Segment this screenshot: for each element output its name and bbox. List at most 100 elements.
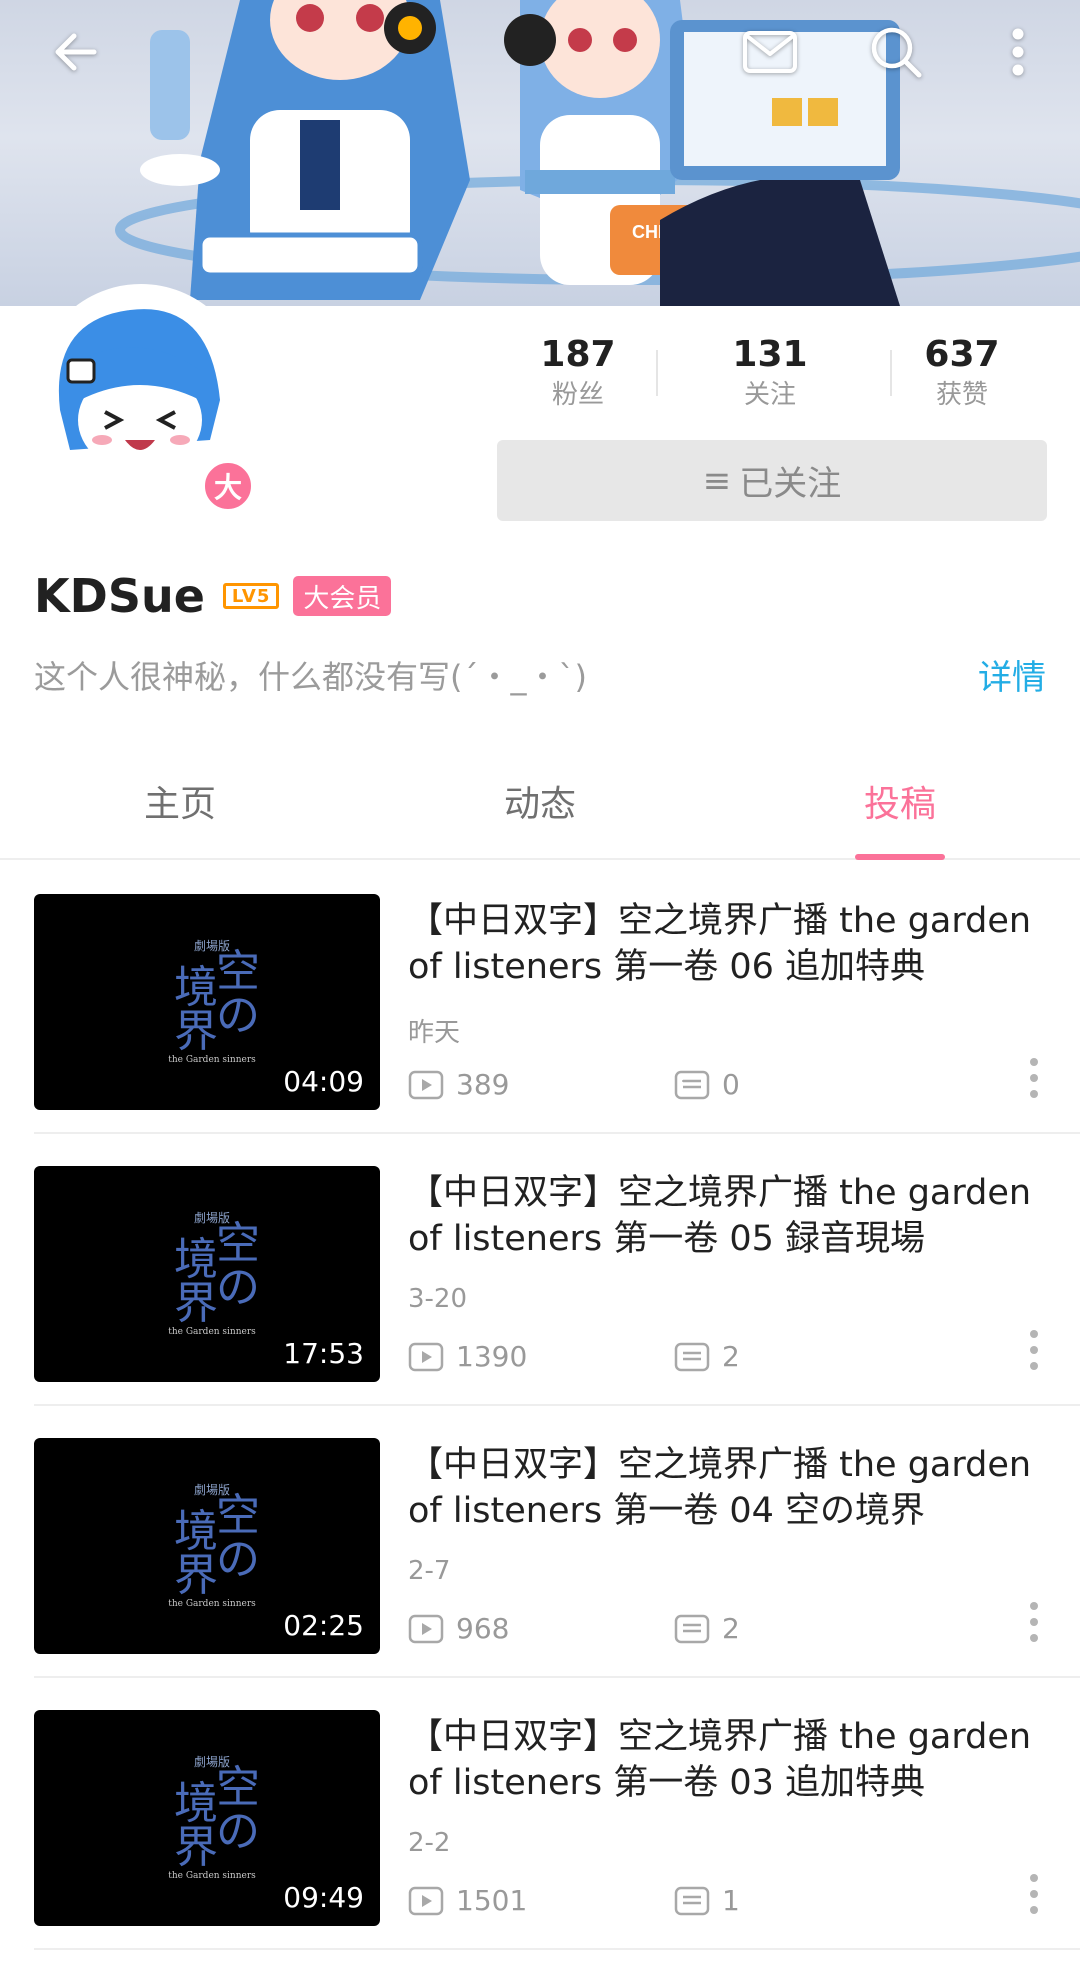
svg-text:界: 界 — [174, 1278, 218, 1329]
more-dot-icon — [1030, 1346, 1038, 1354]
video-views-count: 1390 — [456, 1340, 528, 1373]
video-item[interactable]: 劇場版 境 空 界 の the Garden sinners 17:53 【中日… — [34, 1134, 1080, 1406]
comment-icon — [674, 1070, 710, 1099]
svg-text:界: 界 — [174, 1822, 218, 1873]
more-vertical-icon — [1012, 28, 1024, 76]
mail-icon — [743, 31, 797, 73]
video-comments-count: 2 — [722, 1340, 740, 1373]
comment-icon — [674, 1614, 710, 1643]
more-dot-icon — [1030, 1618, 1038, 1626]
more-dot-icon — [1030, 1090, 1038, 1098]
video-thumbnail[interactable]: 劇場版 境 空 界 の the Garden sinners 17:53 — [34, 1166, 380, 1382]
video-date: 昨天 — [408, 1018, 461, 1048]
video-list: 劇場版 境 空 界 の the Garden sinners 04:09 【中日… — [0, 862, 1080, 1950]
vip-badge: 大 — [200, 458, 256, 514]
username: KDSue — [34, 569, 205, 623]
video-comments: 2 — [674, 1340, 740, 1373]
video-views-count: 389 — [456, 1068, 510, 1101]
profile-tabs: 主页 动态 投稿 — [0, 760, 1080, 860]
profile-banner: CHIPS — [0, 0, 1080, 306]
svg-text:the Garden sinners: the Garden sinners — [168, 1871, 256, 1880]
video-views-count: 1501 — [456, 1884, 528, 1917]
followed-button-label: 已关注 — [739, 464, 842, 504]
video-meta: 1390 2 — [408, 1340, 740, 1373]
film-title-logo: 劇場版 境 空 界 の the Garden sinners — [168, 939, 260, 1064]
name-row: KDSue LV5 大会员 — [34, 566, 392, 626]
tab-dynamics[interactable]: 动态 — [360, 760, 720, 858]
video-views: 968 — [408, 1612, 509, 1645]
stat-divider — [890, 350, 892, 396]
video-duration: 17:53 — [283, 1337, 364, 1370]
likes-label: 获赞 — [935, 380, 988, 410]
video-meta: 1501 1 — [408, 1884, 740, 1917]
video-views: 1501 — [408, 1884, 527, 1917]
video-comments-count: 2 — [722, 1612, 740, 1645]
film-title-logo: 劇場版 境 空 界 の the Garden sinners — [168, 1211, 260, 1336]
video-views-count: 968 — [456, 1612, 510, 1645]
video-item[interactable]: 劇場版 境 空 界 の the Garden sinners 02:25 【中日… — [34, 1406, 1080, 1678]
more-dot-icon — [1030, 1362, 1038, 1370]
bio-text: 这个人很神秘，什么都没有写(´・_・`) — [34, 658, 587, 696]
more-dot-icon — [1030, 1074, 1038, 1082]
svg-text:the Garden sinners: the Garden sinners — [168, 1327, 256, 1336]
menu-lines-icon: ≡ — [702, 460, 732, 501]
video-duration: 02:25 — [283, 1609, 364, 1642]
video-title[interactable]: 【中日双字】空之境界广播 the garden of listeners 第一卷… — [408, 1442, 1048, 1534]
svg-text:の: の — [216, 1806, 260, 1857]
video-title[interactable]: 【中日双字】空之境界广播 the garden of listeners 第一卷… — [408, 1714, 1048, 1806]
svg-text:界: 界 — [174, 1006, 218, 1057]
video-more-button[interactable] — [1030, 1330, 1040, 1370]
more-dot-icon — [1030, 1906, 1038, 1914]
video-comments-count: 0 — [722, 1068, 740, 1101]
video-item[interactable]: 劇場版 境 空 界 の the Garden sinners 04:09 【中日… — [34, 862, 1080, 1134]
video-date: 2-7 — [408, 1556, 451, 1586]
video-comments: 0 — [674, 1068, 740, 1101]
arrow-left-icon — [55, 33, 97, 71]
play-count-icon — [408, 1614, 444, 1643]
stat-likes: 637 获赞 — [866, 332, 1058, 422]
more-dot-icon — [1030, 1058, 1038, 1066]
video-duration: 09:49 — [283, 1881, 364, 1914]
svg-text:の: の — [216, 1534, 260, 1585]
more-options-button[interactable] — [978, 12, 1058, 92]
film-title-logo: 劇場版 境 空 界 の the Garden sinners — [168, 1483, 260, 1608]
more-dot-icon — [1030, 1330, 1038, 1338]
play-count-icon — [408, 1070, 444, 1099]
video-thumbnail[interactable]: 劇場版 境 空 界 の the Garden sinners 04:09 — [34, 894, 380, 1110]
message-button[interactable] — [730, 12, 810, 92]
svg-text:the Garden sinners: the Garden sinners — [168, 1055, 256, 1064]
level-badge: LV5 — [222, 583, 280, 609]
tab-submissions[interactable]: 投稿 — [720, 760, 1080, 860]
svg-text:the Garden sinners: the Garden sinners — [168, 1599, 256, 1608]
video-views: 389 — [408, 1068, 509, 1101]
video-item[interactable]: 劇場版 境 空 界 の the Garden sinners 09:49 【中日… — [34, 1678, 1080, 1950]
video-views: 1390 — [408, 1340, 527, 1373]
comment-icon — [674, 1342, 710, 1371]
profile-stats: 187 粉丝 131 关注 637 获赞 — [482, 332, 1058, 422]
followed-button[interactable]: ≡ 已关注 — [497, 440, 1047, 521]
video-more-button[interactable] — [1030, 1058, 1040, 1098]
video-more-button[interactable] — [1030, 1602, 1040, 1642]
search-button[interactable] — [856, 12, 936, 92]
video-title[interactable]: 【中日双字】空之境界广播 the garden of listeners 第一卷… — [408, 1170, 1048, 1262]
more-dot-icon — [1030, 1890, 1038, 1898]
tab-home[interactable]: 主页 — [0, 760, 360, 858]
video-thumbnail[interactable]: 劇場版 境 空 界 の the Garden sinners 02:25 — [34, 1438, 380, 1654]
stat-followers[interactable]: 187 粉丝 — [482, 332, 674, 422]
video-comments: 1 — [674, 1884, 740, 1917]
back-button[interactable] — [36, 12, 116, 92]
stat-following[interactable]: 131 关注 — [674, 332, 866, 422]
comment-icon — [674, 1886, 710, 1915]
video-thumbnail[interactable]: 劇場版 境 空 界 の the Garden sinners 09:49 — [34, 1710, 380, 1926]
video-more-button[interactable] — [1030, 1874, 1040, 1914]
video-meta: 968 2 — [408, 1612, 740, 1645]
video-date: 2-2 — [408, 1828, 451, 1858]
more-dot-icon — [1030, 1634, 1038, 1642]
svg-text:の: の — [216, 1262, 260, 1313]
vip-tag[interactable]: 大会员 — [293, 576, 392, 616]
video-title[interactable]: 【中日双字】空之境界广播 the garden of listeners 第一卷… — [408, 898, 1048, 990]
video-duration: 04:09 — [283, 1065, 364, 1098]
detail-link[interactable]: 详情 — [978, 650, 1046, 699]
following-label: 关注 — [743, 380, 796, 410]
following-count: 131 — [732, 334, 808, 375]
